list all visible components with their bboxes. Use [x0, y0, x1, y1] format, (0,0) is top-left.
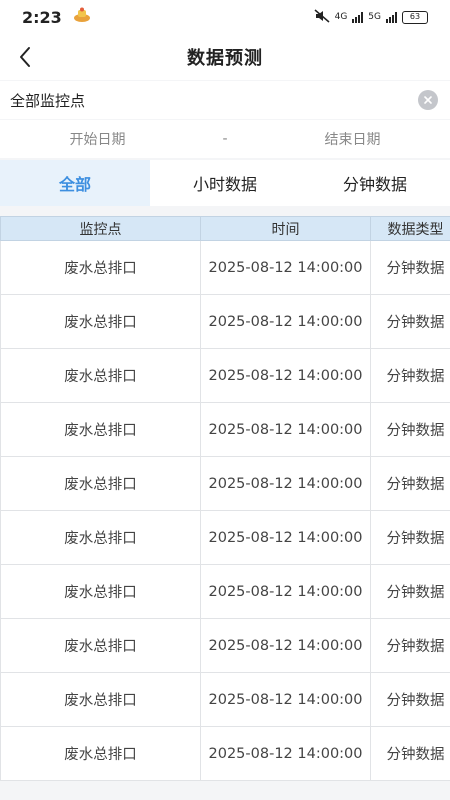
cell-data-type: 分钟数据 — [370, 564, 450, 619]
column-header-monitor-point: 监控点 — [0, 216, 201, 241]
table-row[interactable]: 废水总排口 2025-08-12 14:00:00 分钟数据 — [0, 510, 450, 565]
data-type-tabs: 全部 小时数据 分钟数据 — [0, 160, 450, 206]
cell-time: 2025-08-12 14:00:00 — [200, 456, 371, 511]
tab-hourly[interactable]: 小时数据 — [150, 160, 300, 206]
back-button[interactable] — [10, 42, 40, 72]
cell-time: 2025-08-12 14:00:00 — [200, 402, 371, 457]
cell-data-type: 分钟数据 — [370, 726, 450, 781]
network-5g-label: 5G — [368, 12, 381, 22]
table-row[interactable]: 废水总排口 2025-08-12 14:00:00 分钟数据 — [0, 564, 450, 619]
battery-icon: 63 — [402, 10, 428, 24]
cell-time: 2025-08-12 14:00:00 — [200, 672, 371, 727]
table-row[interactable]: 废水总排口 2025-08-12 14:00:00 分钟数据 — [0, 456, 450, 511]
date-range-picker: 开始日期 - 结束日期 — [0, 120, 450, 158]
cell-time: 2025-08-12 14:00:00 — [200, 510, 371, 565]
close-icon — [424, 96, 432, 104]
signal-icon-2 — [386, 11, 397, 23]
cell-data-type: 分钟数据 — [370, 294, 450, 349]
table-row[interactable]: 废水总排口 2025-08-12 14:00:00 分钟数据 — [0, 240, 450, 295]
cell-monitor-point: 废水总排口 — [0, 456, 201, 511]
status-right: 4G 5G 63 — [314, 8, 428, 26]
cell-monitor-point: 废水总排口 — [0, 240, 201, 295]
tab-all[interactable]: 全部 — [0, 160, 150, 206]
cell-data-type: 分钟数据 — [370, 456, 450, 511]
cell-time: 2025-08-12 14:00:00 — [200, 348, 371, 403]
status-left: 2:23 — [22, 7, 92, 27]
cell-time: 2025-08-12 14:00:00 — [200, 564, 371, 619]
notification-icon — [72, 7, 92, 27]
column-header-data-type: 数据类型 — [370, 216, 450, 241]
status-bar: 2:23 4G 5G 63 — [0, 0, 450, 34]
cell-time: 2025-08-12 14:00:00 — [200, 240, 371, 295]
cell-monitor-point: 废水总排口 — [0, 564, 201, 619]
data-table: 监控点 时间 数据类型 废水总排口 2025-08-12 14:00:00 分钟… — [0, 216, 450, 781]
cell-monitor-point: 废水总排口 — [0, 402, 201, 457]
cell-monitor-point: 废水总排口 — [0, 672, 201, 727]
data-table-container[interactable]: 监控点 时间 数据类型 废水总排口 2025-08-12 14:00:00 分钟… — [0, 216, 450, 800]
end-date-field[interactable]: 结束日期 — [255, 129, 450, 149]
cell-monitor-point: 废水总排口 — [0, 510, 201, 565]
cell-time: 2025-08-12 14:00:00 — [200, 726, 371, 781]
network-4g-label: 4G — [334, 12, 348, 22]
cell-data-type: 分钟数据 — [370, 510, 450, 565]
cell-data-type: 分钟数据 — [370, 240, 450, 295]
mute-icon — [314, 8, 330, 26]
nav-bar: 数据预测 — [0, 34, 450, 80]
cell-time: 2025-08-12 14:00:00 — [200, 294, 371, 349]
table-header-row: 监控点 时间 数据类型 — [0, 216, 450, 241]
page-title: 数据预测 — [187, 48, 263, 69]
cell-monitor-point: 废水总排口 — [0, 618, 201, 673]
cell-monitor-point: 废水总排口 — [0, 726, 201, 781]
table-row[interactable]: 废水总排口 2025-08-12 14:00:00 分钟数据 — [0, 618, 450, 673]
cell-data-type: 分钟数据 — [370, 402, 450, 457]
start-date-field[interactable]: 开始日期 — [0, 129, 195, 149]
cell-time: 2025-08-12 14:00:00 — [200, 618, 371, 673]
cell-data-type: 分钟数据 — [370, 348, 450, 403]
monitor-point-input[interactable] — [10, 91, 418, 109]
table-row[interactable]: 废水总排口 2025-08-12 14:00:00 分钟数据 — [0, 402, 450, 457]
chevron-left-icon — [20, 47, 30, 67]
table-row[interactable]: 废水总排口 2025-08-12 14:00:00 分钟数据 — [0, 348, 450, 403]
column-header-time: 时间 — [200, 216, 371, 241]
date-separator: - — [222, 131, 228, 147]
table-row[interactable]: 废水总排口 2025-08-12 14:00:00 分钟数据 — [0, 726, 450, 781]
status-time: 2:23 — [22, 7, 62, 27]
cell-data-type: 分钟数据 — [370, 672, 450, 727]
cell-monitor-point: 废水总排口 — [0, 294, 201, 349]
clear-button[interactable] — [418, 90, 438, 110]
cell-data-type: 分钟数据 — [370, 618, 450, 673]
signal-icon — [352, 11, 364, 23]
table-row[interactable]: 废水总排口 2025-08-12 14:00:00 分钟数据 — [0, 294, 450, 349]
cell-monitor-point: 废水总排口 — [0, 348, 201, 403]
table-row[interactable]: 废水总排口 2025-08-12 14:00:00 分钟数据 — [0, 672, 450, 727]
monitor-point-selector[interactable] — [0, 81, 450, 119]
tab-minute[interactable]: 分钟数据 — [300, 160, 450, 206]
